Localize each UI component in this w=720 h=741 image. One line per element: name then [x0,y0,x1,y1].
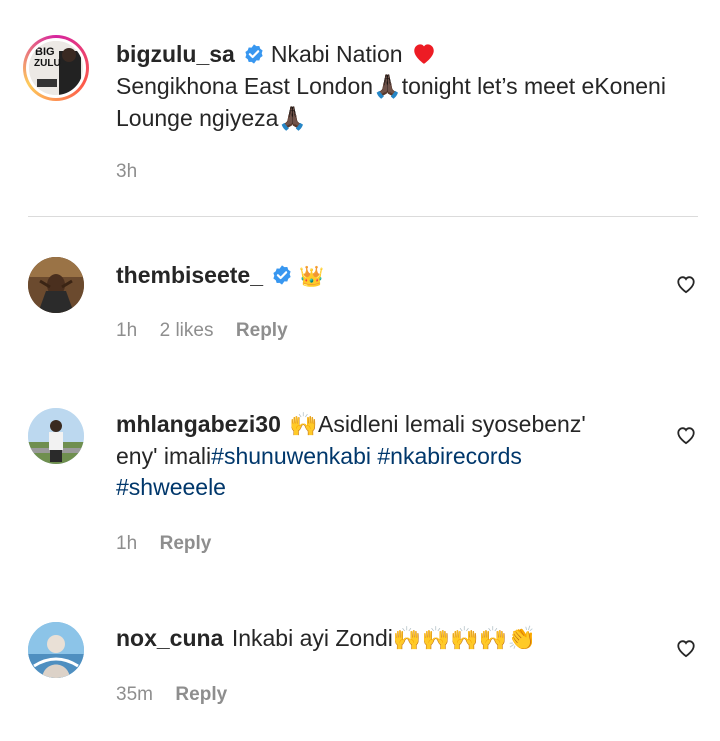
hashtag-link[interactable]: #shweeele [116,474,226,500]
hashtag-link[interactable]: #shunuwenkabi [211,443,371,469]
crown-icon: 👑 [299,264,324,288]
verified-badge-icon [245,44,263,64]
comment-timestamp: 35m [116,684,153,705]
comment-3-meta: 35m Reply [116,684,227,706]
comment-2-line-2: eny' imali#shunuwenkabi #nkabirecords [116,440,522,472]
comment-timestamp: 1h [116,320,138,341]
comment-likes[interactable]: 2 likes [160,320,214,341]
comment-avatar[interactable] [28,622,84,678]
verified-badge-icon [273,265,291,285]
comment-text-2: eny' imali [116,443,212,469]
avatar-brand-text-bottom: ZULU [34,58,61,69]
caption-username[interactable]: bigzulu_sa [116,41,235,67]
raised-hands-clap-icon: 🙌🙌🙌🙌👏 [392,626,537,652]
comment-avatar[interactable] [28,408,84,464]
avatar-brand-text-top: BIG [35,46,55,58]
caption-timestamp: 3h [116,161,138,182]
comment-avatar[interactable] [28,257,84,313]
reply-button[interactable]: Reply [160,533,212,554]
comment-username[interactable]: nox_cuna [116,625,223,651]
caption-line-1: bigzulu_sa Nkabi Nation [116,38,437,70]
caption-text-2b: tonight let’s meet eKoneni [401,73,666,99]
comment-3-line-1: nox_cuna Inkabi ayi Zondi🙌🙌🙌🙌👏 [116,622,536,658]
comment-timestamp: 1h [116,533,138,554]
caption-line-3: Lounge ngiyeza🙏🏿 [116,102,307,135]
heart-outline-icon[interactable] [675,274,697,294]
caption-avatar-ring[interactable]: BIG ZULU [23,35,89,101]
caption-text-1: Nkabi Nation [270,41,403,67]
comment-text: Asidleni lemali syosebenz' [317,411,586,437]
heart-outline-icon[interactable] [675,638,697,658]
reply-button[interactable]: Reply [236,320,288,341]
praying-hands-icon: 🙏🏿 [278,106,308,132]
caption-line-2: Sengikhona East London🙏🏿tonight let’s me… [116,70,666,103]
hashtag-link[interactable]: #nkabirecords [377,443,521,469]
comment-username[interactable]: thembiseete_ [116,262,263,288]
comment-2-meta: 1h Reply [116,533,211,555]
red-heart-icon [414,44,434,64]
comment-text: Inkabi ayi Zondi [231,625,393,651]
comment-username[interactable]: mhlangabezi30 [116,411,281,437]
heart-outline-icon[interactable] [675,425,697,445]
comment-2-line-1: mhlangabezi30 🙌Asidleni lemali syosebenz… [116,408,586,444]
praying-hands-icon: 🙏🏿 [373,74,402,100]
caption-text-2: Sengikhona East London [116,73,374,99]
caption-avatar: BIG ZULU [29,41,83,95]
caption-divider [28,216,698,217]
comment-2-line-3: #shweeele [116,471,226,503]
comment-1-header: thembiseete_ 👑 [116,260,324,292]
raised-hands-icon: 🙌 [289,412,318,438]
reply-button[interactable]: Reply [175,684,227,705]
comment-1-meta: 1h 2 likes Reply [116,320,288,342]
caption-text-3: Lounge ngiyeza [116,105,279,131]
